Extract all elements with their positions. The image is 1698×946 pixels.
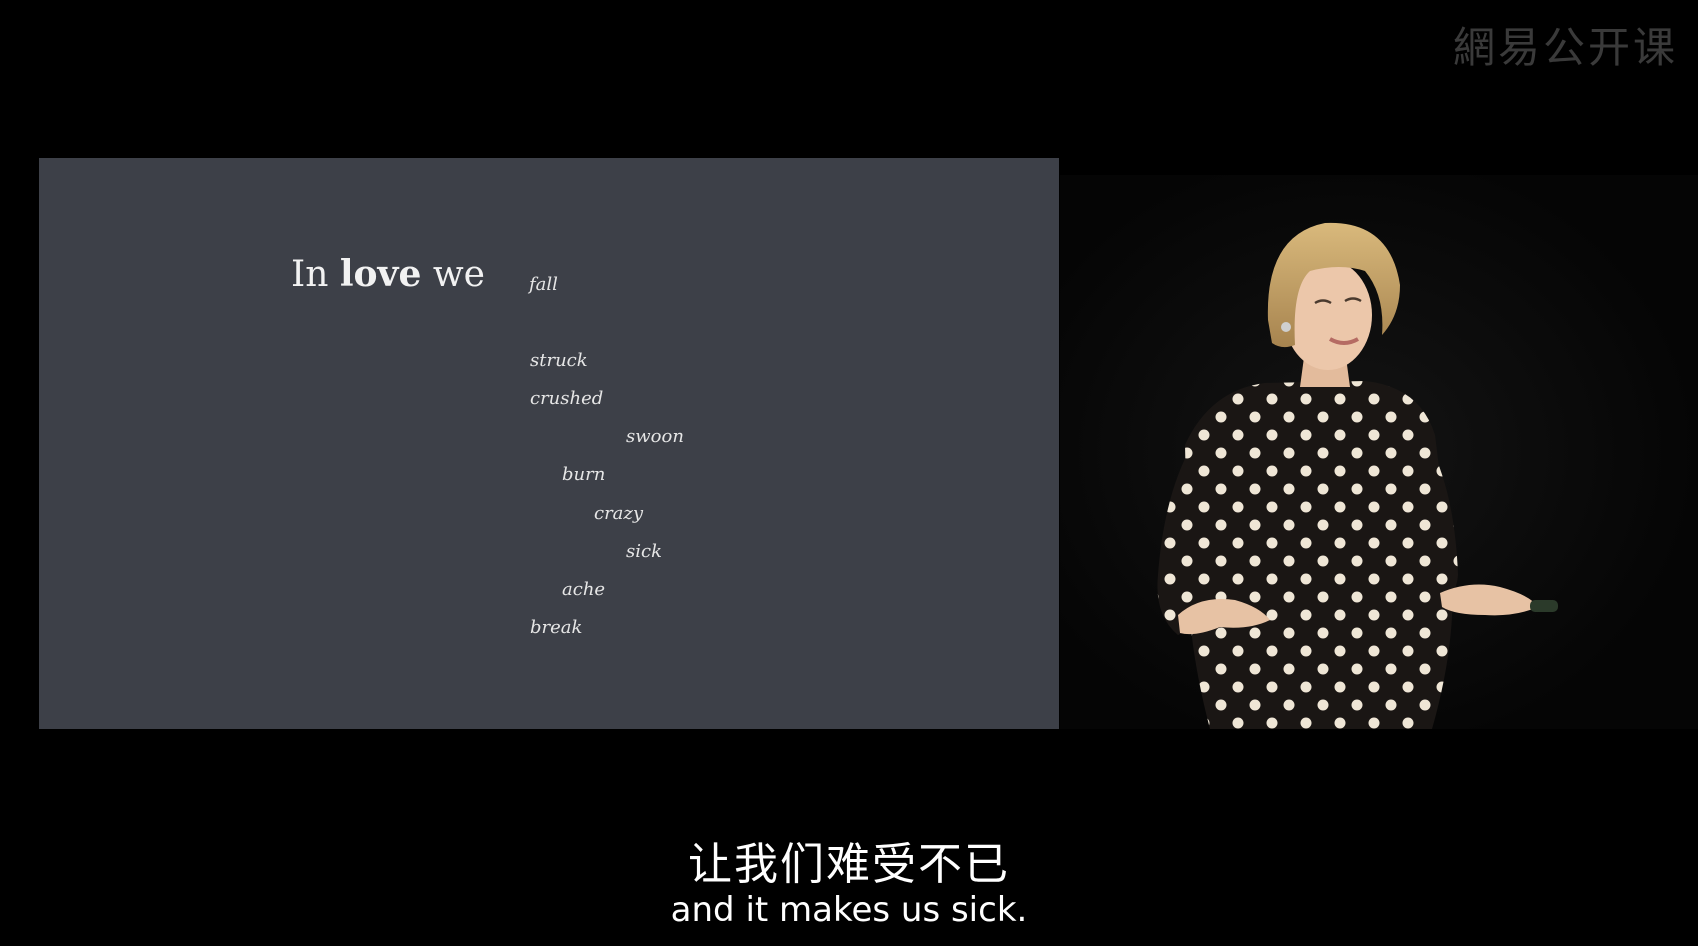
subtitle-chinese: 让我们难受不已 bbox=[688, 839, 1010, 890]
watermark: 網易公开课 bbox=[1452, 23, 1678, 72]
video-frame: 網易公开课 In love we fall struck crushed swo… bbox=[0, 0, 1698, 946]
stage-area bbox=[1060, 175, 1698, 729]
subtitle-english: and it makes us sick. bbox=[670, 890, 1028, 930]
slide-word: crazy bbox=[594, 503, 644, 524]
slide-heading-bold: love bbox=[339, 253, 422, 295]
speaker-figure bbox=[1060, 175, 1698, 729]
slide-heading: In love we bbox=[291, 253, 485, 295]
slide-heading-prefix: In bbox=[291, 254, 340, 295]
slide-word: swoon bbox=[626, 426, 684, 447]
slide-heading-suffix: we bbox=[421, 254, 485, 295]
slide-word: break bbox=[530, 617, 583, 638]
slide-word: fall bbox=[529, 274, 558, 295]
presentation-slide: In love we fall struck crushed swoon bur… bbox=[39, 158, 1059, 729]
slide-word: sick bbox=[626, 541, 662, 562]
slide-word: ache bbox=[562, 579, 606, 600]
slide-word: burn bbox=[562, 464, 606, 485]
slide-word: struck bbox=[530, 350, 588, 371]
slide-word: crushed bbox=[530, 388, 604, 409]
